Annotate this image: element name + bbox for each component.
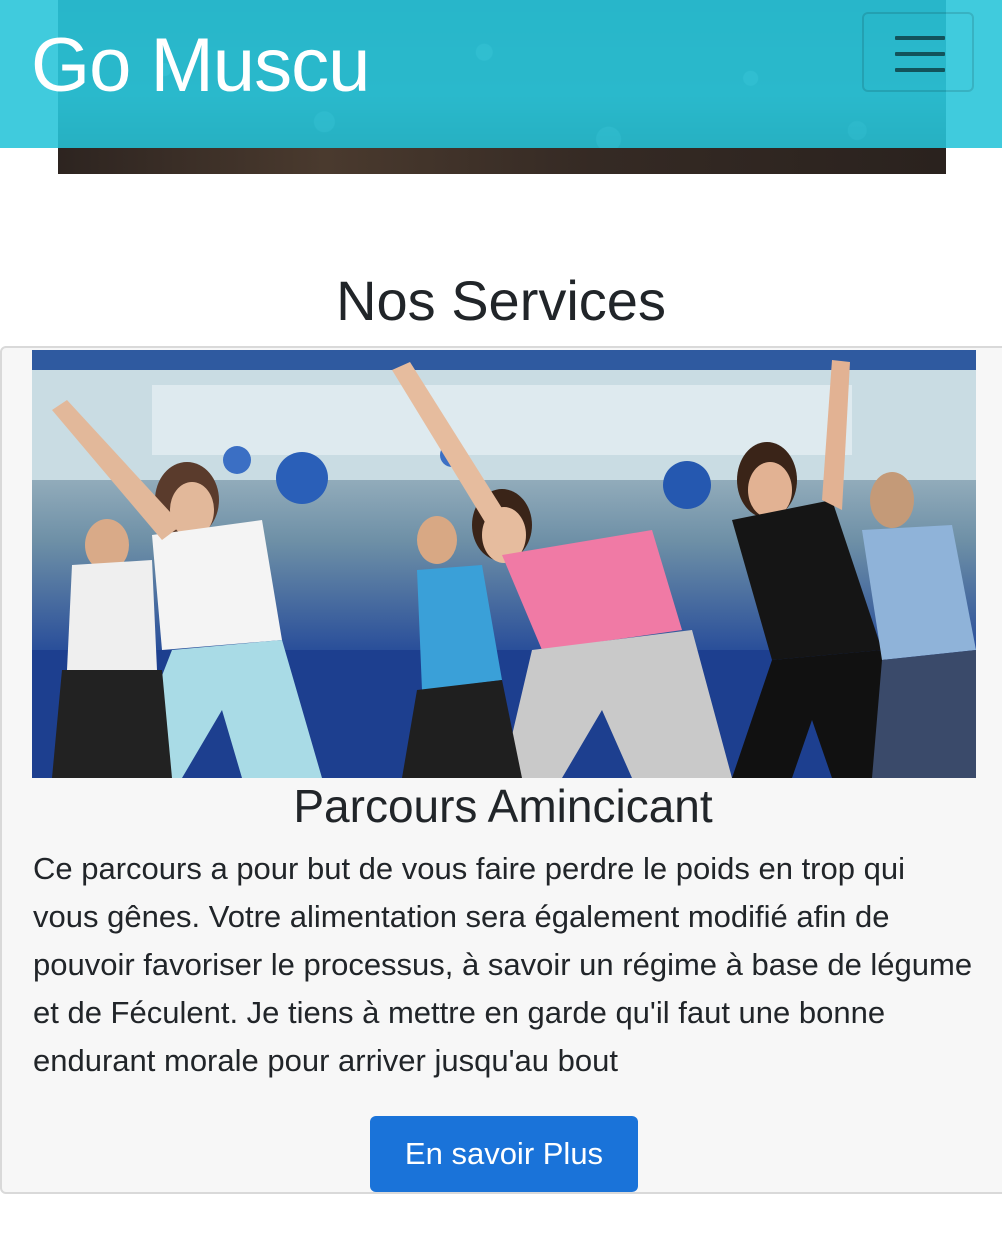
service-card: Parcours Amincicant Ce parcours a pour b… (0, 346, 1002, 1194)
hamburger-menu-icon-line (895, 52, 945, 56)
brand-logo[interactable]: Go Muscu (31, 22, 370, 110)
page: Go Muscu Nos Services Parcours Amincican… (0, 0, 1002, 1242)
navbar-toggler-button[interactable] (862, 12, 974, 92)
section-title: Nos Services (336, 269, 666, 332)
navbar: Go Muscu (0, 0, 1002, 148)
service-card-description: Ce parcours a pour but de vous faire per… (33, 851, 973, 1078)
service-card-image (32, 350, 976, 778)
learn-more-button[interactable]: En savoir Plus (370, 1116, 638, 1192)
service-card-title: Parcours Amincicant (293, 780, 713, 832)
hamburger-menu-icon-line (895, 68, 945, 72)
hamburger-menu-icon (895, 36, 945, 40)
